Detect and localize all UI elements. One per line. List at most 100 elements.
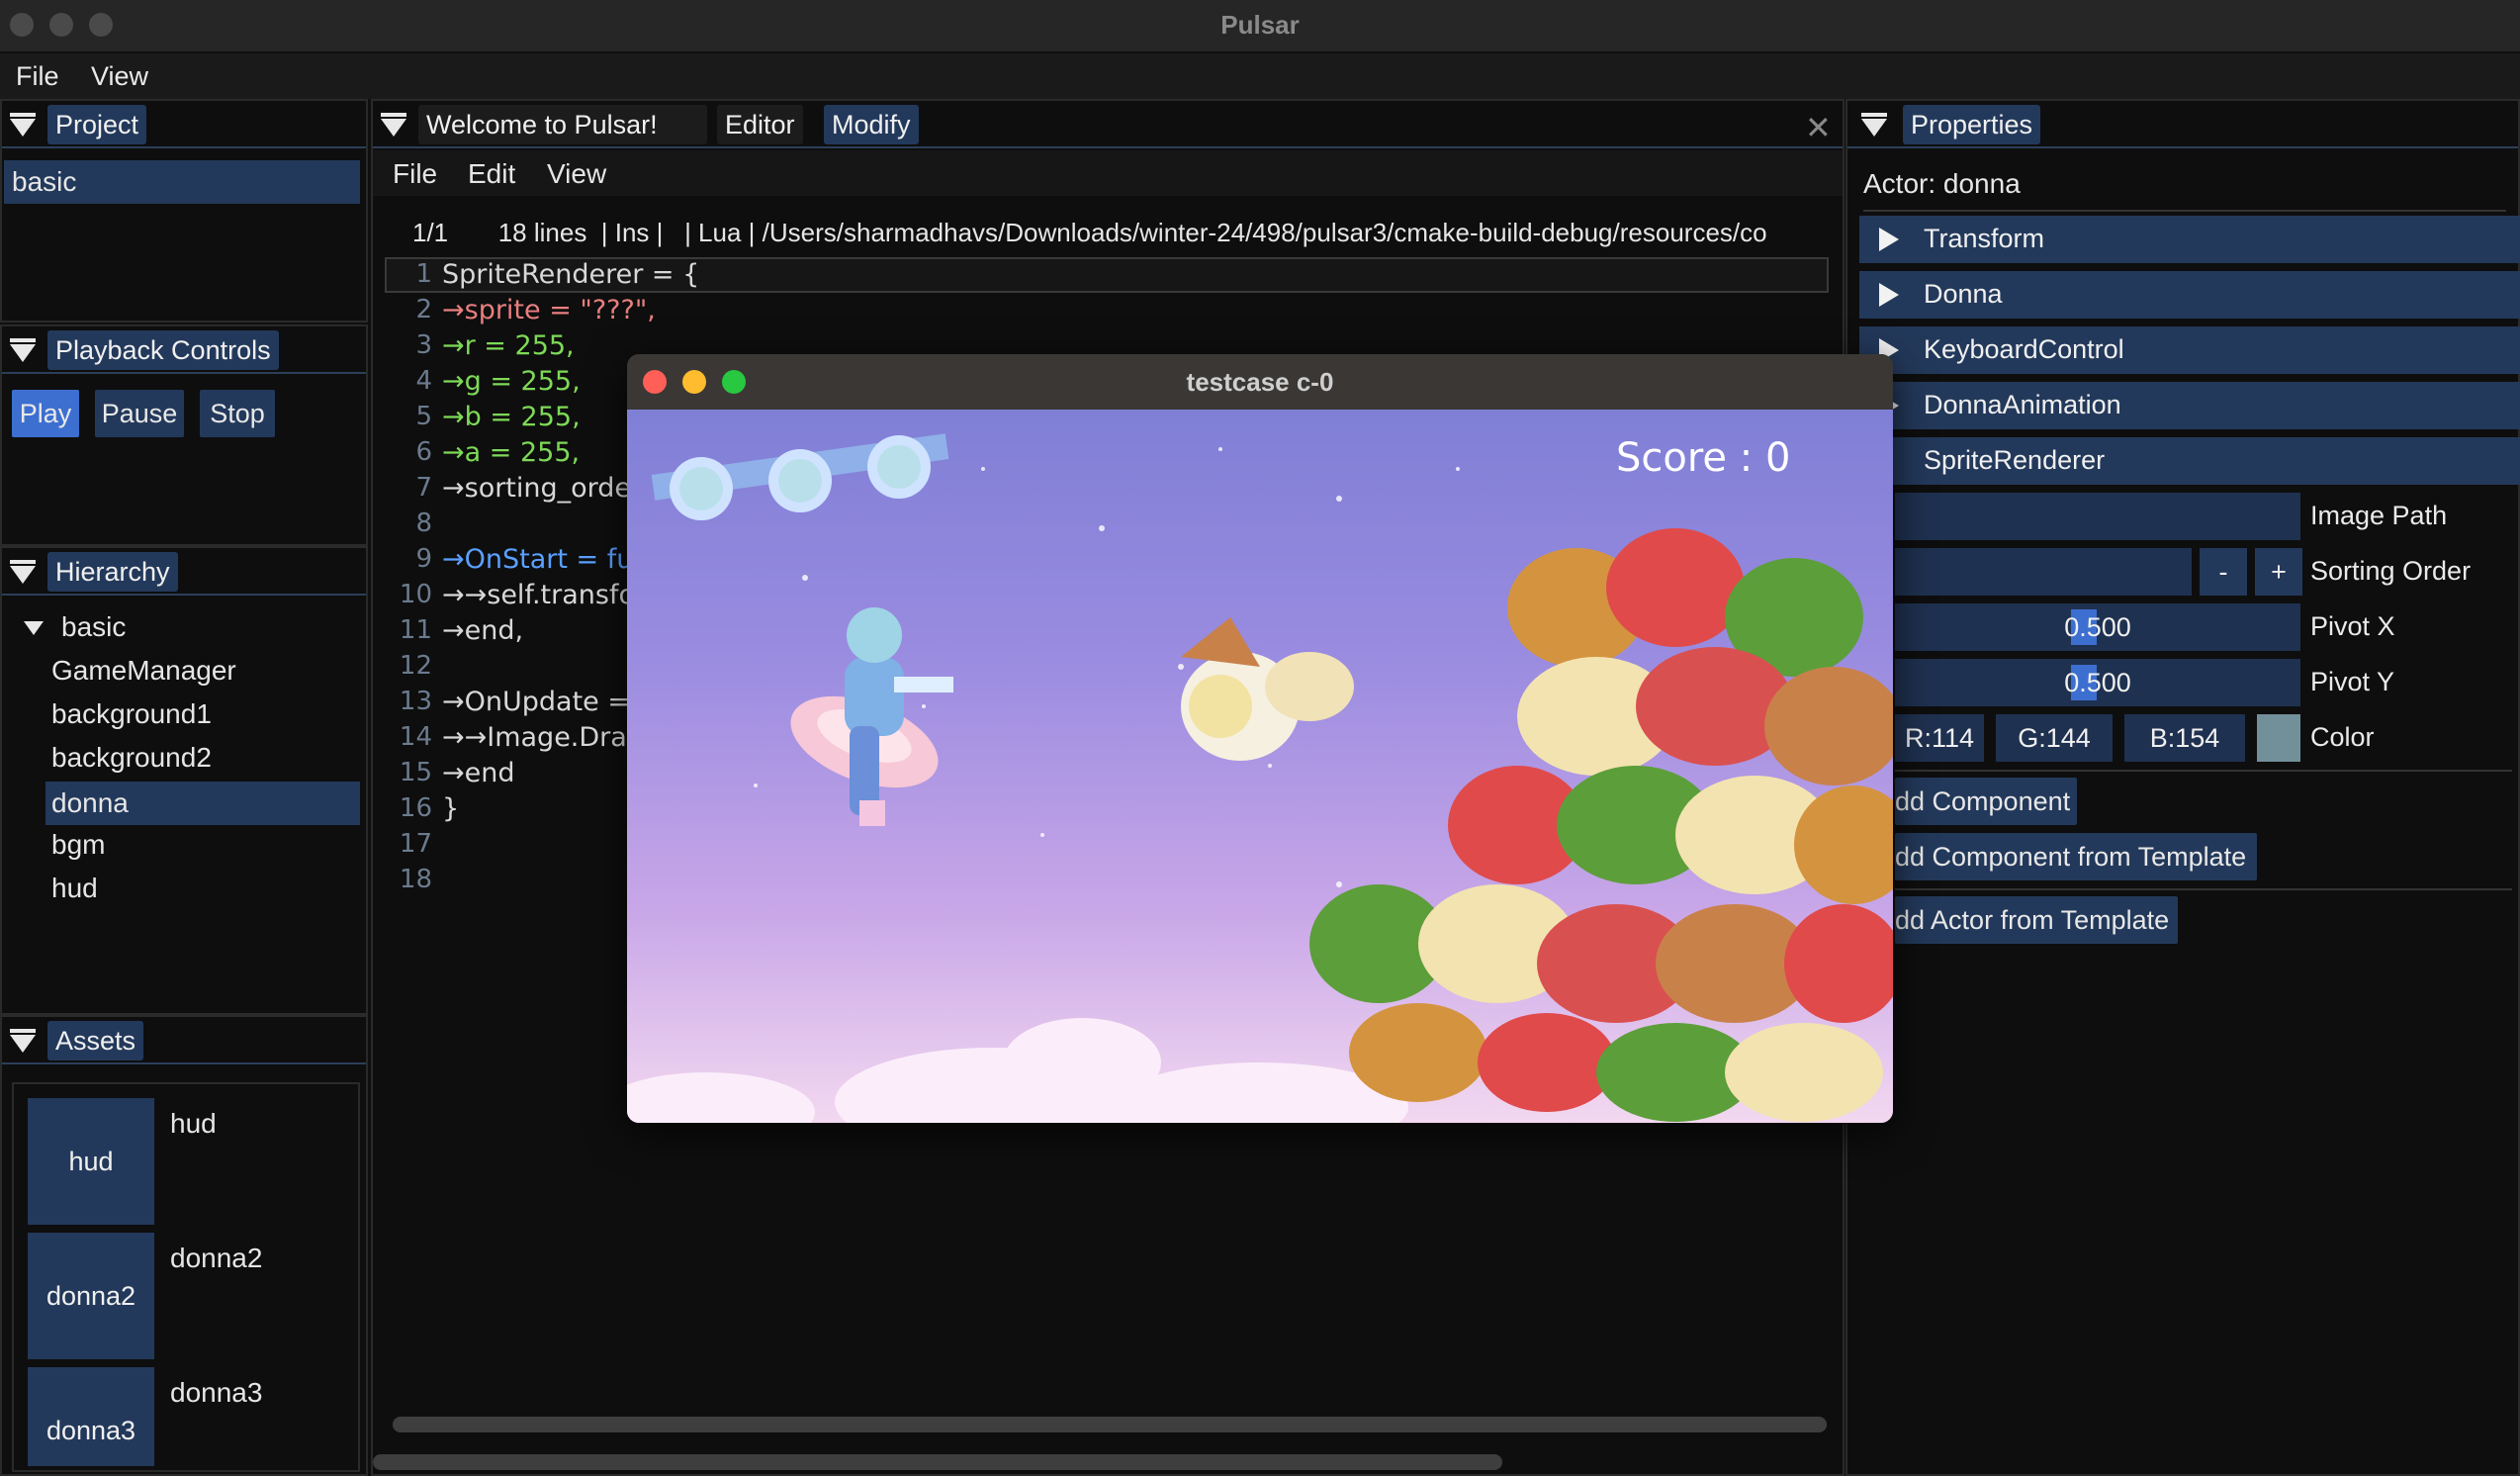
component-header-donna[interactable]: Donna (1859, 271, 2520, 319)
component-label: KeyboardControl (1924, 334, 2124, 364)
tab-hierarchy[interactable]: Hierarchy (47, 552, 178, 592)
hierarchy-root[interactable]: basic (61, 611, 126, 643)
pivot-x-slider[interactable]: 0.500 (1895, 603, 2300, 651)
collapse-triangle-icon[interactable] (381, 113, 406, 137)
pivot-y-label: Pivot Y (2310, 667, 2395, 696)
collapse-triangle-icon[interactable] (10, 1029, 36, 1053)
tab-project[interactable]: Project (47, 105, 147, 144)
hierarchy-item[interactable]: bgm (51, 829, 105, 861)
code-text: →→self.transfor (442, 580, 647, 610)
asset-thumbnail[interactable]: hud (28, 1098, 154, 1225)
tab-playback-controls[interactable]: Playback Controls (47, 330, 279, 370)
color-label: Color (2310, 722, 2375, 752)
pivot-x-value: 0.500 (2064, 612, 2131, 642)
tab-assets[interactable]: Assets (47, 1021, 144, 1061)
pivot-y-value: 0.500 (2064, 668, 2131, 697)
pivot-x-label: Pivot X (2310, 611, 2395, 641)
code-text: →sprite = "???", (442, 295, 656, 325)
close-icon[interactable]: ✕ (1805, 109, 1832, 146)
image-path-input[interactable] (1895, 493, 2300, 540)
expand-triangle-icon[interactable] (24, 621, 44, 635)
add-component-button[interactable]: dd Component (1895, 778, 2077, 825)
pause-button[interactable]: Pause (95, 390, 184, 437)
asset-thumbnail[interactable]: donna3 (28, 1367, 154, 1466)
color-b-input[interactable]: B:154 (2124, 714, 2245, 762)
line-number: 14 (399, 722, 432, 752)
tab-welcome[interactable]: Welcome to Pulsar! (418, 105, 707, 144)
project-item-label: basic (12, 166, 77, 197)
editor-menu-edit[interactable]: Edit (468, 158, 515, 190)
game-close-button[interactable] (643, 370, 667, 394)
line-number: 1 (415, 259, 432, 289)
asset-name[interactable]: hud (170, 1108, 217, 1140)
code-text: } (442, 793, 460, 824)
collapse-triangle-icon[interactable] (10, 560, 36, 584)
tab-properties[interactable]: Properties (1903, 105, 2041, 144)
menu-view[interactable]: View (91, 61, 148, 92)
asset-thumbnail[interactable]: donna2 (28, 1233, 154, 1359)
game-preview-window[interactable]: testcase c-0 Score: 0 (627, 354, 1893, 1123)
line-number: 2 (415, 295, 432, 324)
editor-menu-view[interactable]: View (547, 158, 606, 190)
play-button[interactable]: Play (12, 390, 79, 437)
assets-panel-header: Assets (2, 1017, 366, 1064)
color-g-input[interactable]: G:144 (1996, 714, 2113, 762)
line-number: 18 (399, 865, 432, 894)
sorting-order-decrement-button[interactable]: - (2200, 548, 2247, 596)
menu-file[interactable]: File (16, 61, 59, 92)
component-label: SpriteRenderer (1924, 445, 2106, 475)
tab-editor[interactable]: Editor (717, 105, 803, 144)
collapse-triangle-icon[interactable] (1861, 113, 1887, 137)
hierarchy-item[interactable]: background1 (51, 698, 212, 730)
code-text: →end, (442, 615, 524, 646)
code-text: →OnStart = fun (442, 544, 651, 575)
editor-menu-file[interactable]: File (393, 158, 437, 190)
line-number: 4 (415, 366, 432, 396)
color-r-input[interactable]: R:114 (1895, 714, 1984, 762)
hierarchy-item[interactable]: hud (51, 873, 98, 904)
line-number: 9 (415, 544, 432, 574)
horizontal-scrollbar-track (393, 1417, 1827, 1432)
component-header-donnaanimation[interactable]: DonnaAnimation (1859, 382, 2520, 429)
game-zoom-button[interactable] (722, 370, 746, 394)
sorting-order-input[interactable] (1895, 548, 2192, 596)
line-number: 11 (399, 615, 432, 645)
pivot-y-slider[interactable]: 0.500 (1895, 659, 2300, 706)
add-actor-from-template-button[interactable]: dd Actor from Template (1895, 896, 2178, 944)
hierarchy-item-selected[interactable]: donna (45, 782, 360, 825)
component-header-spriterenderer[interactable]: SpriteRenderer (1859, 437, 2520, 485)
asset-name[interactable]: donna3 (170, 1377, 262, 1409)
asset-name[interactable]: donna2 (170, 1243, 262, 1274)
editor-panel-header: Welcome to Pulsar! Editor Modify ✕ (373, 101, 1843, 148)
expand-arrow-icon (1879, 228, 1899, 251)
game-minimize-button[interactable] (682, 370, 706, 394)
line-number: 15 (399, 758, 432, 787)
line-number: 12 (399, 651, 432, 681)
add-component-from-template-button[interactable]: dd Component from Template (1895, 833, 2257, 880)
code-text: →→Image.Draw (442, 722, 649, 753)
collapse-triangle-icon[interactable] (10, 338, 36, 362)
code-text: →b = 255, (442, 402, 581, 432)
tab-modify[interactable]: Modify (824, 105, 919, 144)
sorting-order-increment-button[interactable]: + (2255, 548, 2302, 596)
line-number: 16 (399, 793, 432, 823)
code-text: →OnUpdate = f (442, 687, 649, 717)
horizontal-scrollbar-thumb[interactable] (393, 1417, 1827, 1432)
component-header-keyboardcontrol[interactable]: KeyboardControl (1859, 326, 2520, 374)
component-label: Donna (1924, 279, 2003, 309)
color-swatch[interactable] (2257, 714, 2300, 762)
code-text: →g = 255, (442, 366, 581, 397)
divider (1895, 888, 2512, 890)
divider (1863, 210, 2506, 212)
actor-name-label: Actor: donna (1863, 168, 2021, 199)
component-header-transform[interactable]: Transform (1859, 216, 2520, 263)
line-number: 8 (415, 508, 432, 538)
hierarchy-item[interactable]: background2 (51, 742, 212, 774)
hierarchy-panel: Hierarchy basic GameManager background1 … (0, 546, 368, 1015)
collapse-triangle-icon[interactable] (10, 113, 36, 137)
stop-button[interactable]: Stop (200, 390, 275, 437)
outer-horizontal-scrollbar[interactable] (373, 1454, 1502, 1470)
hierarchy-item[interactable]: GameManager (51, 655, 236, 687)
project-item-selected[interactable]: basic (4, 160, 360, 204)
line-number: 5 (415, 402, 432, 431)
